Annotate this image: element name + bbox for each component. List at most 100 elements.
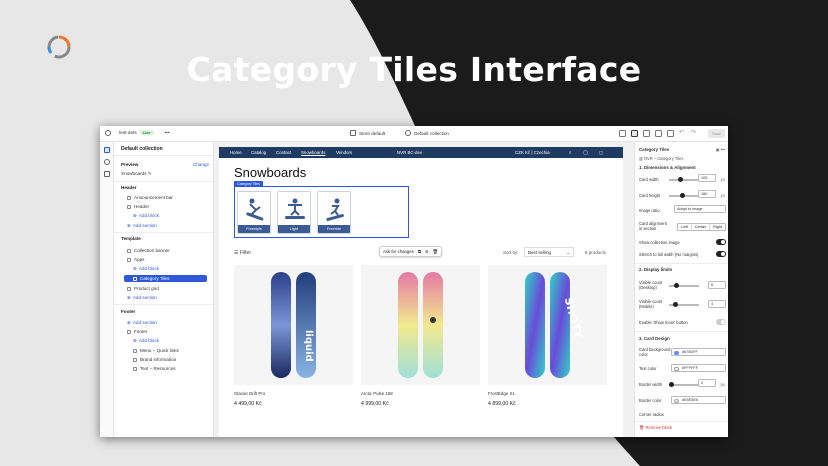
tree-item[interactable]: Product grid [114,286,213,291]
tree-add-link[interactable]: ⊕ Add section [114,295,213,301]
desktop-icon[interactable] [643,130,650,137]
filter-label: Filter [239,250,251,256]
search-icon[interactable]: ⌕ [569,150,571,155]
tile-light[interactable]: Light [277,191,311,234]
tree-item-label: Apps [134,257,145,262]
currency-selector[interactable]: CZK Kč | Czechia [515,150,550,155]
theme-selector[interactable]: Store default [350,130,385,136]
save-button[interactable]: Save [708,129,725,138]
tree-item[interactable]: Header [114,204,213,209]
visible-mobile-input[interactable]: 4 [708,300,726,308]
stretch-toggle[interactable] [716,251,726,257]
image-ratio-select[interactable]: Adapt to image [674,205,726,213]
sort-select[interactable]: Best selling ⌄ [524,247,574,257]
settings-icon[interactable] [103,159,110,165]
card-bg-text: Card background color [639,347,671,357]
block-settings-title: Category Tiles [639,147,670,152]
nav-contact[interactable]: Contact [276,150,291,155]
border-width-slider[interactable] [669,382,699,388]
apps-icon[interactable] [103,171,110,177]
card-height-slider[interactable] [669,193,699,199]
filter-button[interactable]: ☰ Filter [234,250,251,256]
preview-change-link[interactable]: Change [193,162,209,167]
border-width-input[interactable]: 0 [698,379,716,387]
tree-item-label: Footer [121,309,136,314]
visible-mobile-slider[interactable] [669,302,699,308]
exit-button[interactable] [105,130,111,136]
exit-icon [105,130,111,136]
text-color-input[interactable]: #FFFFFF [671,364,726,372]
tile-freestyle[interactable]: Freestyle [237,191,271,234]
tree-item[interactable]: Brand information [114,357,213,362]
store-nav: Home Catalog Contact Snowboards Vendors … [219,147,623,158]
align-left[interactable]: Left [678,224,692,230]
card-width-input[interactable]: 105 [698,174,716,182]
product-name[interactable]: Arctic Pulse 158 [361,391,393,396]
product-price: 4 999,00 Kč [361,401,389,407]
sort-value: Best selling [528,250,552,255]
live-badge: Live [139,130,154,135]
visible-desktop-input[interactable]: 6 [708,281,726,289]
block-menu-icons[interactable]: ▣ ••• [716,147,725,152]
tree-item-label: Category Tiles [140,276,170,281]
cart-icon[interactable]: ▢ [599,150,603,156]
select-icon[interactable] [631,130,638,137]
tree-item-selected[interactable]: Category Tiles [124,275,207,282]
card-bg-color-input[interactable]: #678DFF [671,348,726,356]
tree-item[interactable]: Collection banner [114,248,213,253]
delete-icon[interactable]: 🗑 [433,249,438,255]
tree-add-link[interactable]: ⊕ Add section [114,320,213,326]
nav-home[interactable]: Home [230,150,242,155]
align-right[interactable]: Right [710,224,725,230]
tree-item[interactable]: Menu – Quick links [114,348,213,353]
tree-item[interactable]: Text – Resources [114,366,213,371]
nav-catalog[interactable]: Catalog [251,150,266,155]
tree-item[interactable]: Footer [114,329,213,334]
tree-add-link[interactable]: ⊕ Add block [114,338,213,344]
remove-block-button[interactable]: 🗑 Remove block [639,425,672,431]
tree-item[interactable]: Announcement bar [114,195,213,200]
page-selector[interactable]: Default collection [405,130,449,136]
product-name[interactable]: FrostEdge X1 [488,391,515,396]
inspector-icon[interactable] [619,130,626,137]
tree-item[interactable]: Apps [114,257,213,262]
nav-vendors[interactable]: Vendors [336,150,352,155]
product-card-image[interactable]: liquid [234,265,353,385]
color-swatch [674,366,679,371]
tree-add-link[interactable]: ⊕ Add block [114,213,213,219]
duplicate-icon[interactable]: ⧉ [418,249,421,254]
remove-block-label: Remove block [645,425,673,430]
account-icon[interactable]: ◯ [583,150,588,156]
mobile-icon[interactable] [655,130,662,137]
visible-desktop-slider[interactable] [669,283,699,289]
align-center[interactable]: Center [692,224,711,230]
show-more-toggle[interactable] [716,319,726,325]
alignment-segmented: Left Center Right [677,223,726,231]
card-height-input[interactable]: 160 [698,190,716,198]
ask-for-changes-button[interactable]: Ask for changes [383,249,414,254]
color-swatch [674,350,679,355]
undo-icon[interactable]: ↶ [679,130,686,137]
product-card-image[interactable] [361,265,480,385]
store-brand[interactable]: NVR BC-dev [397,150,422,155]
section-dimensions: 1. Dimensions & Alignment [639,165,696,170]
more-menu-button[interactable]: ••• [165,130,170,135]
preview-value-text: Snowboards [121,171,147,176]
product-card-image[interactable]: SHOTY [488,265,607,385]
card-width-slider[interactable] [669,177,699,183]
tree-add-link[interactable]: ⊕ Add block [114,266,213,272]
nav-snowboards[interactable]: Snowboards [301,150,325,155]
show-image-toggle[interactable] [716,239,726,245]
tile-freeride[interactable]: Freeride [317,191,351,234]
fullscreen-icon[interactable] [667,130,674,137]
product-name[interactable]: Glacier Drift Pro [234,391,265,396]
redo-icon[interactable]: ↷ [691,130,698,137]
add-icon: ⊕ [133,266,137,271]
hide-icon[interactable]: ⊘ [425,249,429,255]
border-color-value: #E5E5E5 [682,398,699,402]
preview-value[interactable]: Snowboards ✎ [121,171,213,177]
tree-add-link[interactable]: ⊕ Add section [114,223,213,229]
sections-icon[interactable] [103,147,110,153]
border-color-input[interactable]: #E5E5E5 [671,396,726,404]
add-icon: ⊕ [133,213,137,218]
